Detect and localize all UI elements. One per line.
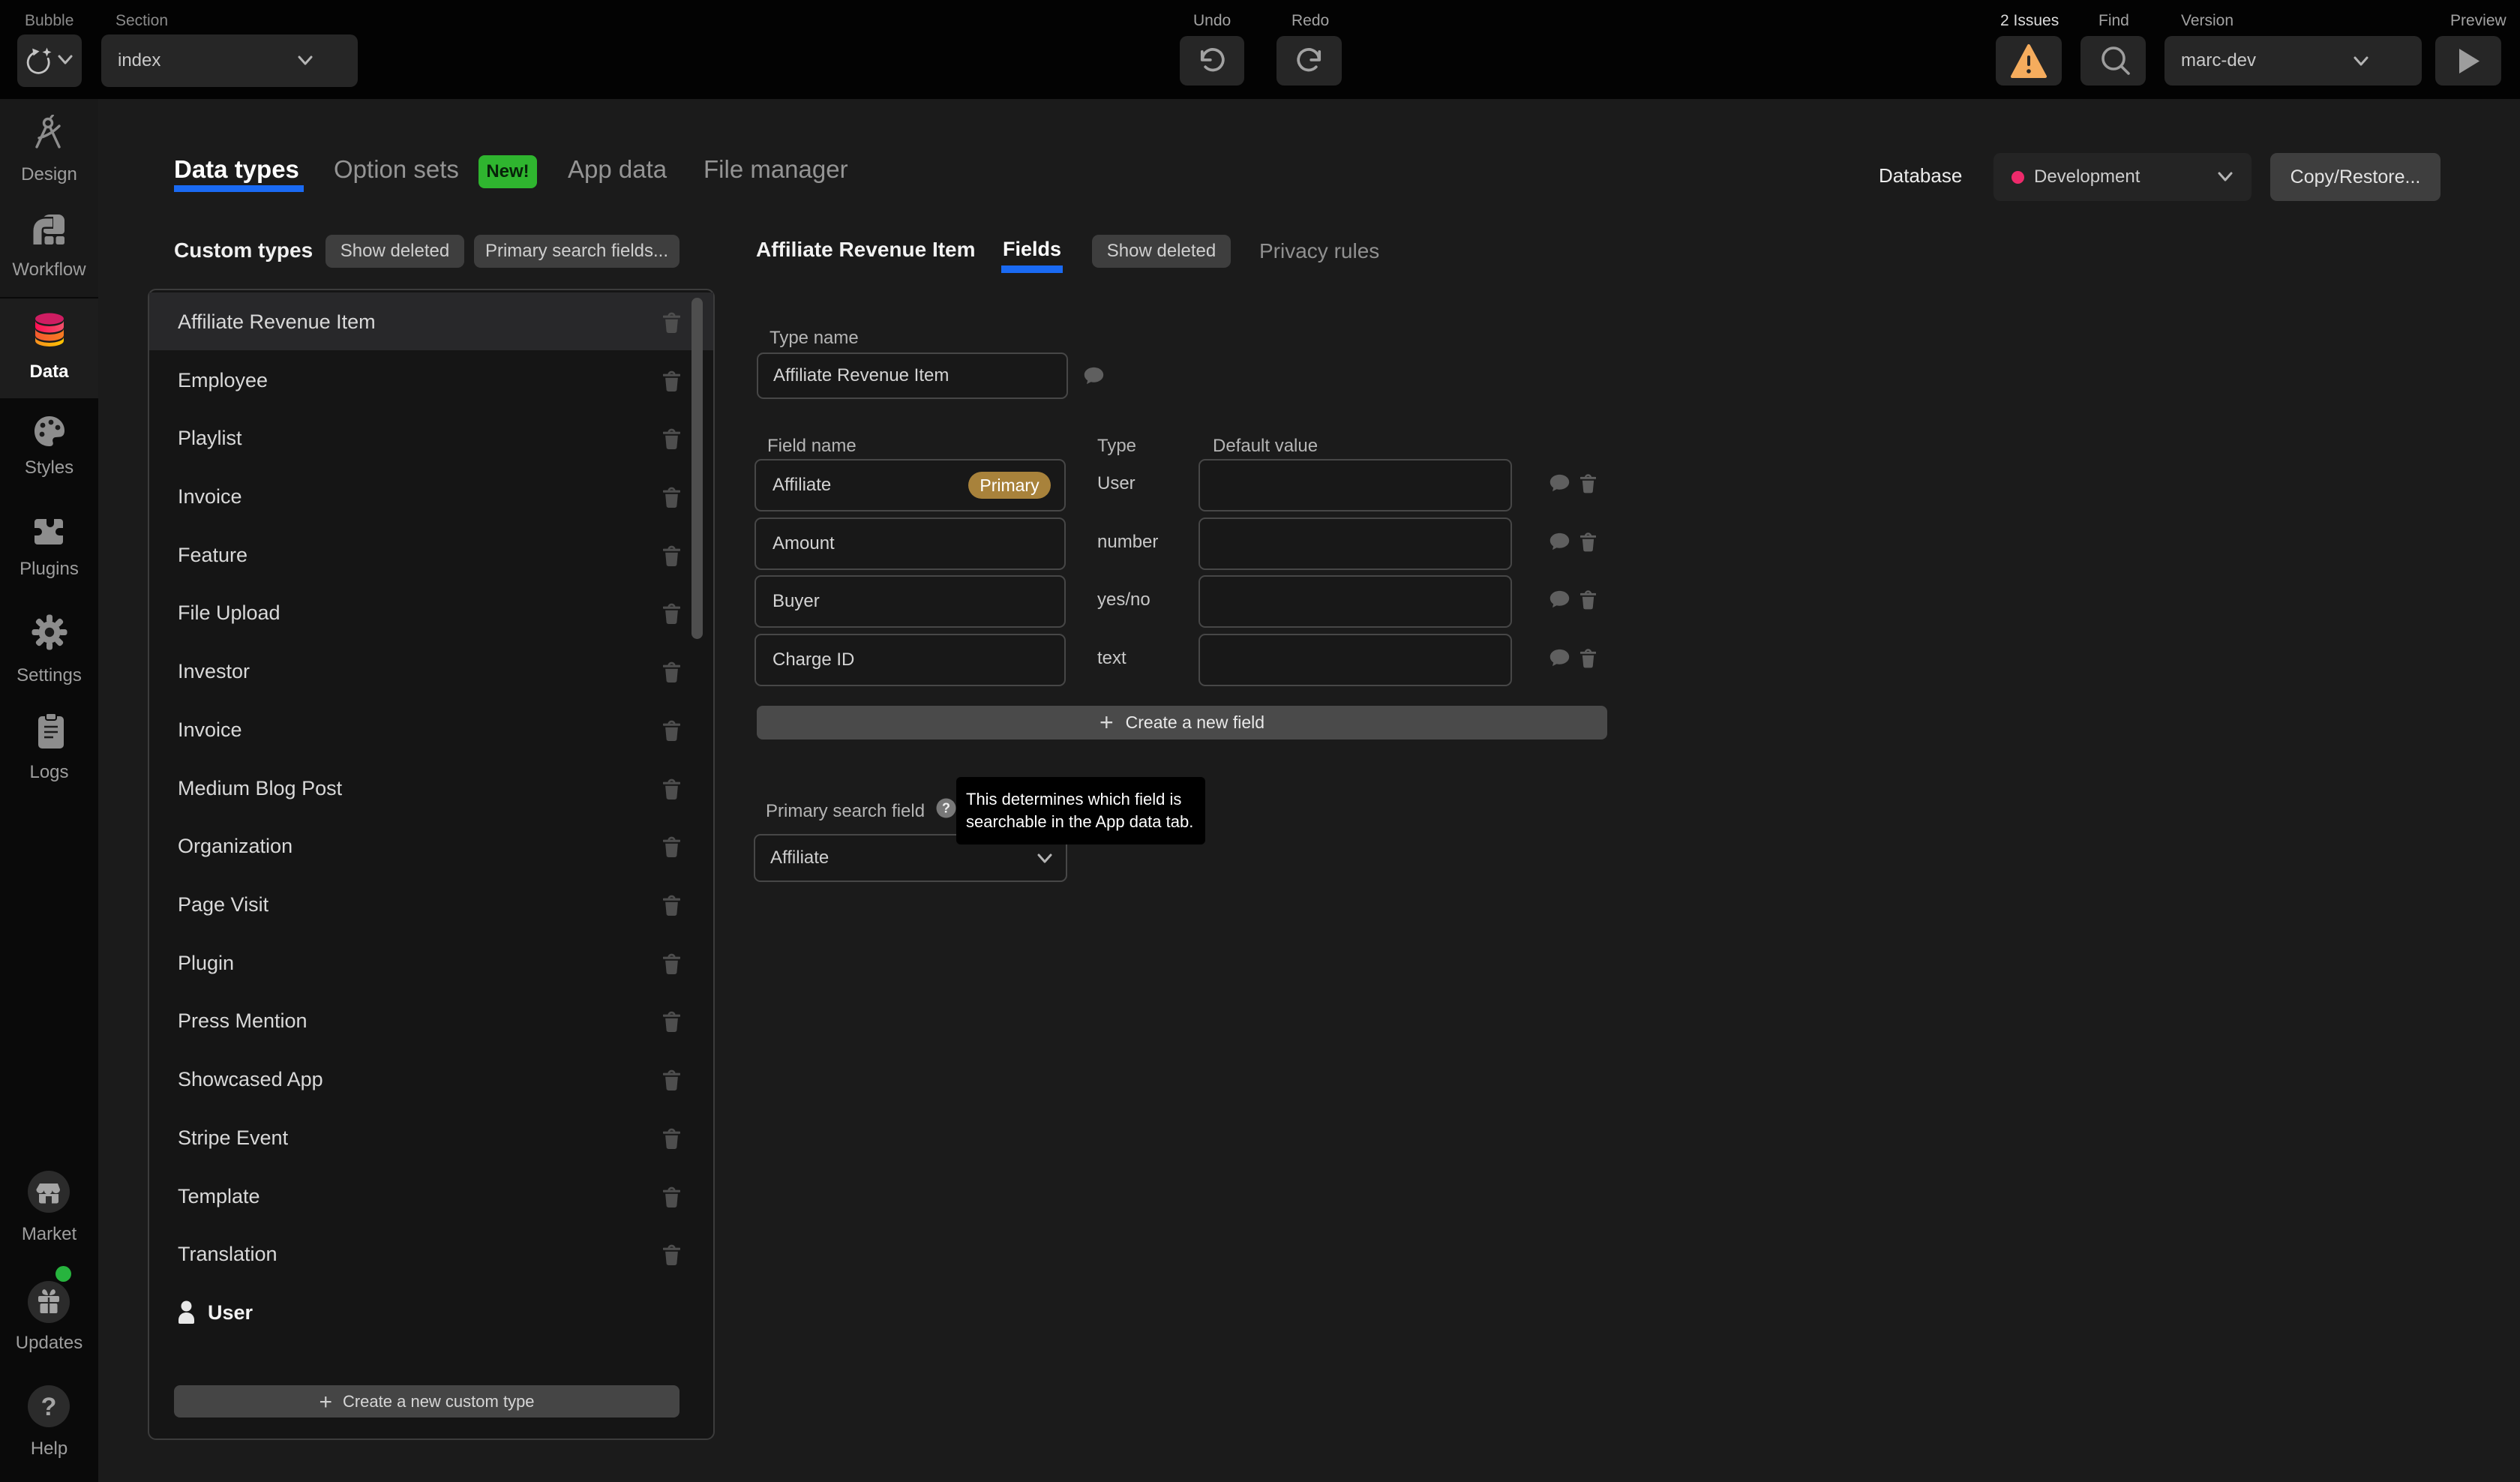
svg-text:?: ?	[942, 801, 950, 816]
svg-text:?: ?	[41, 1393, 57, 1421]
